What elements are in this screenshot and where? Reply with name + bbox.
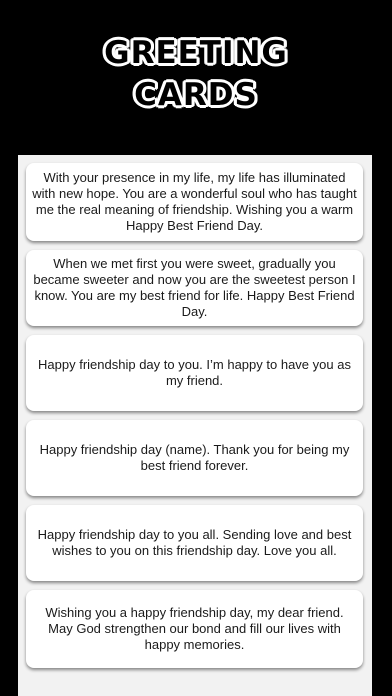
greeting-card-4[interactable]: Happy friendship day (name). Thank you f… — [26, 420, 363, 496]
page-title-line-1: GREETING — [104, 35, 288, 71]
greeting-card-6[interactable]: Wishing you a happy friendship day, my d… — [26, 590, 363, 668]
greeting-card-text: With your presence in my life, my life h… — [32, 170, 357, 233]
greeting-card-text: When we met first you were sweet, gradua… — [33, 256, 356, 319]
greeting-card-text: Happy friendship day to you all. Sending… — [37, 527, 352, 558]
greeting-card-1[interactable]: With your presence in my life, my life h… — [26, 163, 363, 241]
greeting-card-2[interactable]: When we met first you were sweet, gradua… — [26, 250, 363, 326]
greeting-card-3[interactable]: Happy friendship day to you. I’m happy t… — [26, 335, 363, 411]
page-title-line-2: CARDS — [134, 77, 258, 113]
greeting-card-text: Happy friendship day (name). Thank you f… — [39, 442, 350, 473]
greeting-card-5[interactable]: Happy friendship day to you all. Sending… — [26, 505, 363, 581]
greeting-card-text: Happy friendship day to you. I’m happy t… — [38, 357, 351, 388]
header: GREETING CARDS — [0, 0, 392, 155]
card-list: With your presence in my life, my life h… — [18, 155, 372, 696]
greeting-card-text: Wishing you a happy friendship day, my d… — [45, 605, 344, 652]
